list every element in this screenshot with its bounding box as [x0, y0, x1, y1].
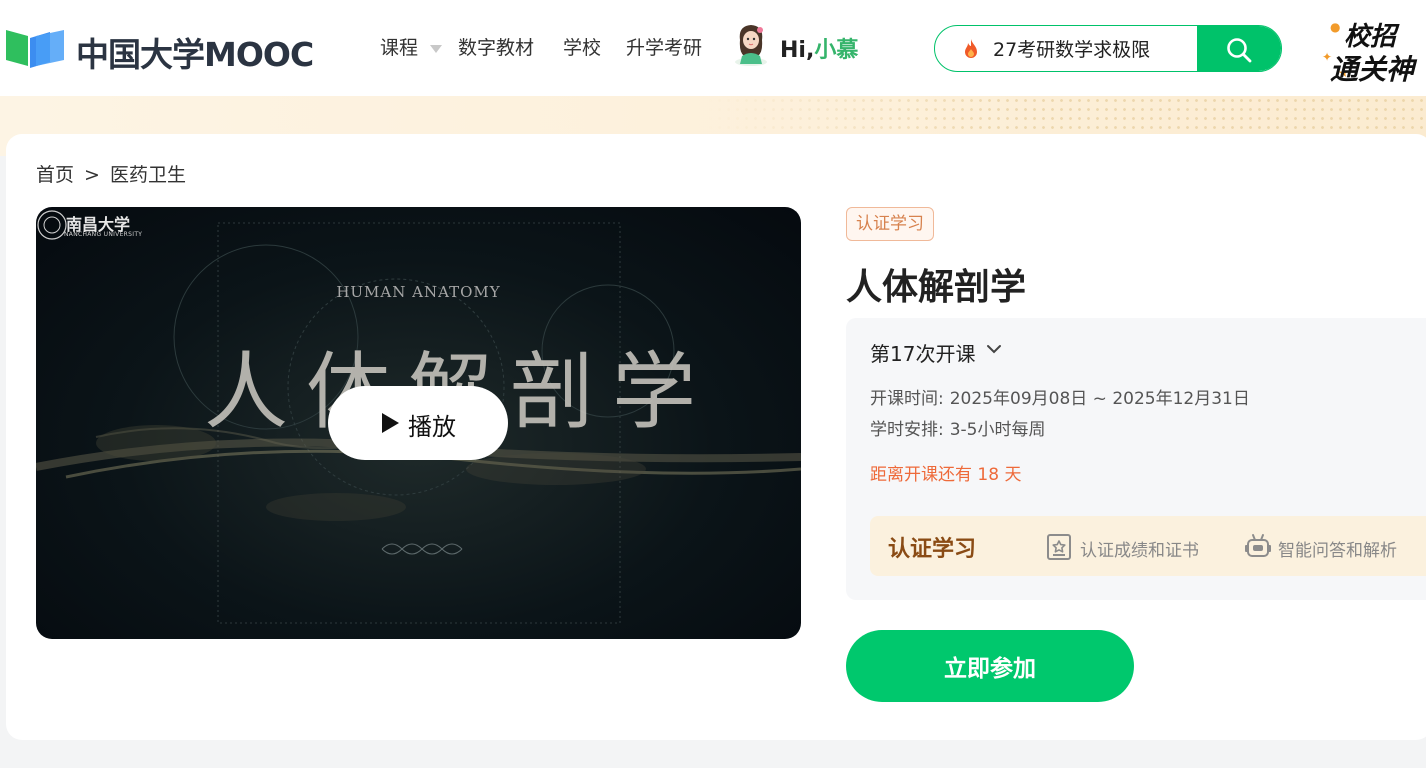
logo-book-icon — [6, 30, 64, 68]
certification-bar: 认证学习 认证成绩和证书 智能问答和解析 — [870, 516, 1426, 576]
start-time-label: 开课时间: — [870, 389, 944, 409]
robot-icon — [1245, 534, 1271, 557]
promo-line-2: 通关神 — [1330, 53, 1415, 86]
play-button[interactable]: 播放 — [328, 386, 508, 460]
breadcrumb-home[interactable]: 首页 — [36, 160, 74, 187]
term-selector[interactable]: 第17次开课 — [870, 338, 975, 367]
course-video-player[interactable]: 南昌大学 NANCHANG UNIVERSITY HUMAN ANATOMY 人… — [36, 207, 801, 639]
play-icon — [382, 413, 399, 433]
countdown-text: 距离开课还有 18 天 — [870, 465, 1022, 485]
search-icon — [1227, 38, 1252, 63]
fire-icon — [965, 39, 977, 58]
chevron-down-icon[interactable] — [430, 45, 442, 53]
avatar — [735, 25, 767, 66]
site-logo[interactable]: 中国大学MOOC — [6, 24, 336, 74]
breadcrumb-category[interactable]: 医药卫生 — [110, 160, 186, 187]
greeting-prefix: Hi, — [780, 38, 815, 63]
certificate-icon — [1047, 534, 1071, 560]
play-label: 播放 — [408, 414, 456, 441]
start-time-row: 开课时间: 2025年09月08日 ~ 2025年12月31日 — [870, 384, 1250, 409]
greeting-name: 小慕 — [814, 38, 859, 63]
feature-certificate-label: 认证成绩和证书 — [1080, 541, 1199, 561]
nav-item-courses[interactable]: 课程 — [380, 33, 418, 63]
breadcrumb: 首页 > 医药卫生 — [36, 160, 186, 187]
course-card: 首页 > 医药卫生 南昌大学 NANCHANG UNIVERSITY HUMAN A… — [6, 134, 1426, 740]
certification-title: 认证学习 — [888, 537, 977, 562]
hours-row: 学时安排: 3-5小时每周 — [870, 415, 1046, 440]
search-box — [934, 25, 1282, 72]
campus-recruit-promo[interactable]: ● ✦ ★ 校招 通关神 — [1320, 10, 1426, 90]
university-logo-subtext: NANCHANG UNIVERSITY — [64, 231, 143, 238]
top-header: 中国大学MOOC 课程 数字教材 学校 升学考研 Hi,小慕 27考研数学求极限… — [0, 0, 1426, 96]
join-course-button[interactable]: 立即参加 — [846, 630, 1134, 702]
logo-text: 中国大学MOOC — [76, 35, 314, 74]
video-subtitle: HUMAN ANATOMY — [336, 283, 501, 301]
search-input[interactable] — [993, 26, 1193, 70]
course-title: 人体解剖学 — [846, 267, 1027, 308]
feature-smart-qa-label: 智能问答和解析 — [1278, 541, 1397, 561]
nav-item-schools[interactable]: 学校 — [563, 33, 601, 63]
hours-label: 学时安排: — [870, 420, 944, 440]
breadcrumb-separator: > — [84, 164, 100, 186]
star-decoration-icon: ● — [1330, 20, 1341, 34]
hours-value: 3-5小时每周 — [949, 420, 1046, 440]
nav-item-exam-prep[interactable]: 升学考研 — [626, 33, 702, 63]
start-time-value: 2025年09月08日 ~ 2025年12月31日 — [949, 389, 1250, 409]
certified-learning-badge: 认证学习 — [846, 207, 934, 241]
greeting-text: Hi,小慕 — [780, 32, 858, 64]
chevron-down-icon[interactable] — [986, 344, 1002, 354]
course-info-panel: 第17次开课 开课时间: 2025年09月08日 ~ 2025年12月31日 学时… — [846, 318, 1426, 600]
nav-item-digital-textbooks[interactable]: 数字教材 — [458, 33, 534, 63]
search-button[interactable] — [1197, 26, 1281, 71]
